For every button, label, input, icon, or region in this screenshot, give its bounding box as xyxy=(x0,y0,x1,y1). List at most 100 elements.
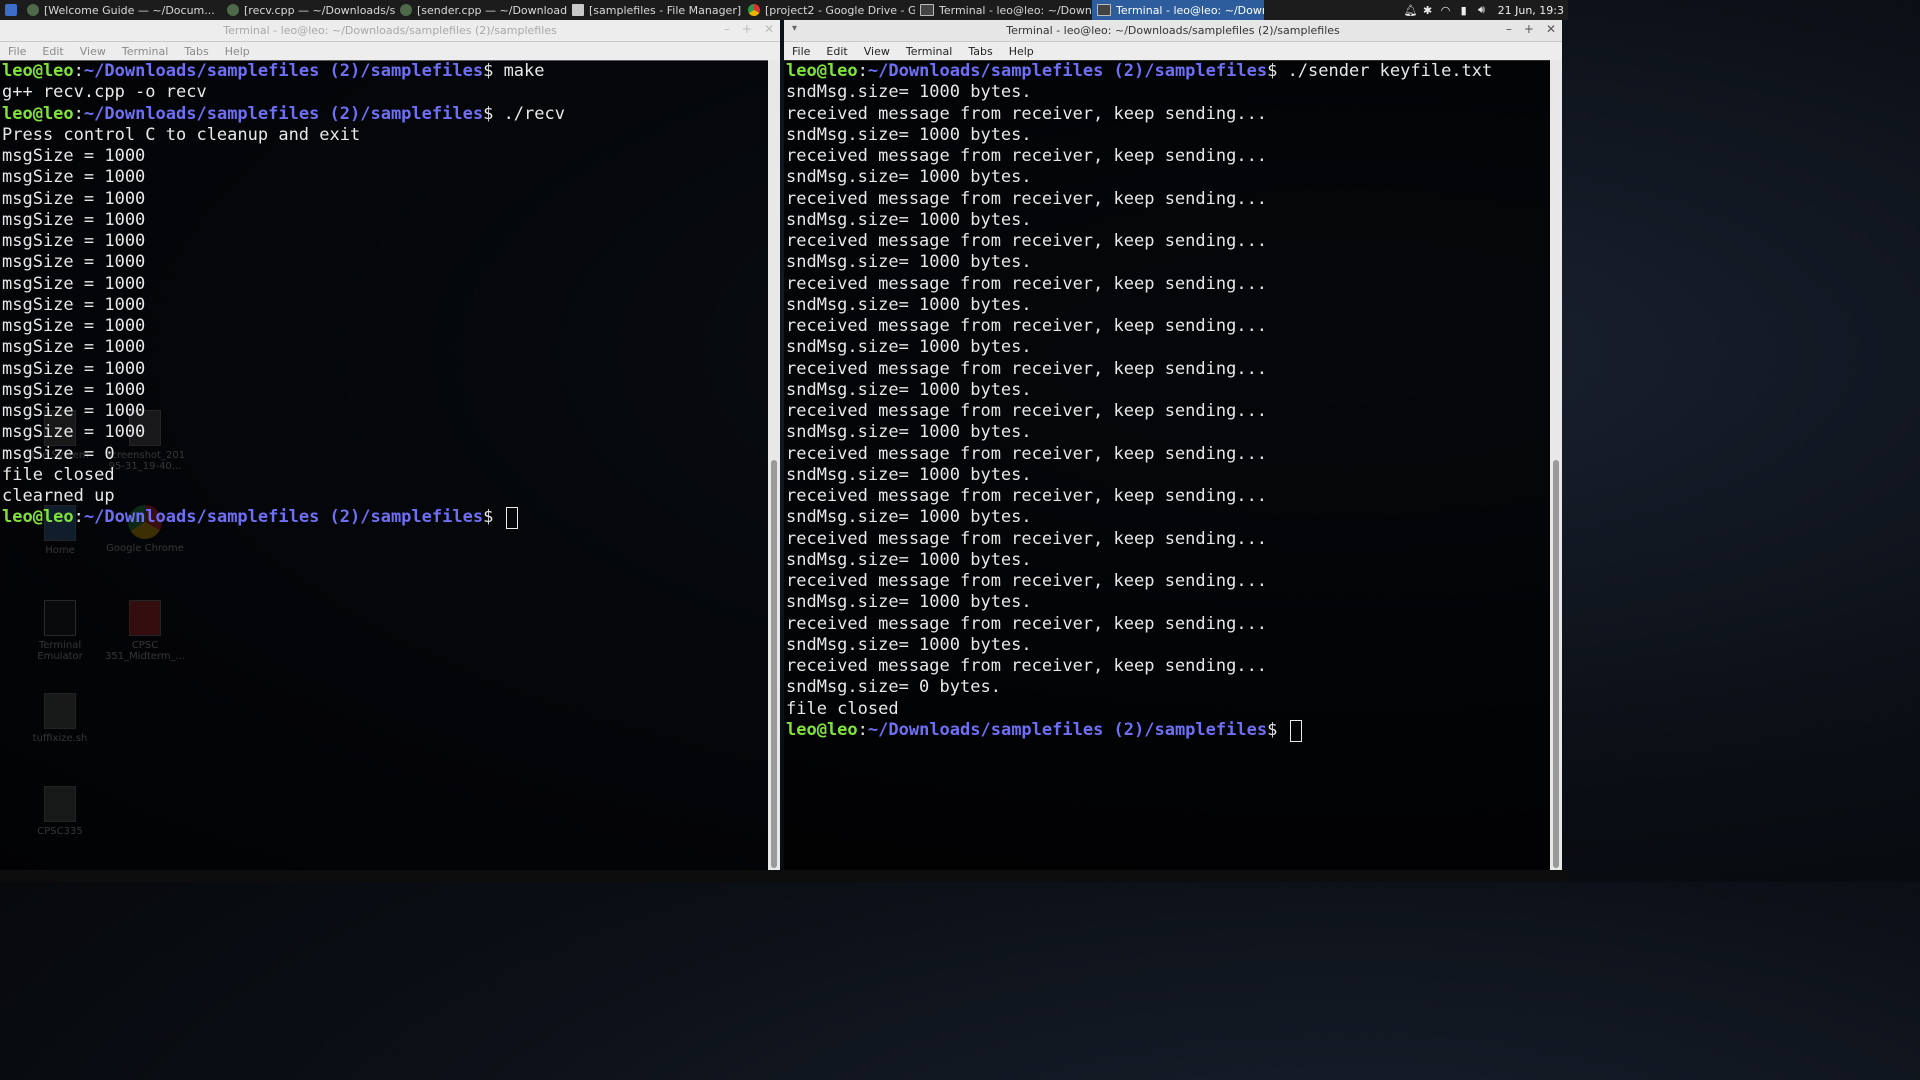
output-line: msgSize = 1000 xyxy=(2,422,768,443)
output-line: received message from receiver, keep sen… xyxy=(786,274,1550,295)
output-line: sndMsg.size= 1000 bytes. xyxy=(786,507,1550,528)
taskbar-button[interactable]: [sender.cpp — ~/Downloads/... xyxy=(395,0,567,20)
bluetooth-icon[interactable]: ✱ xyxy=(1422,4,1434,17)
wifi-icon[interactable]: ◠ xyxy=(1440,4,1452,17)
output-line: file closed xyxy=(786,699,1550,720)
prompt-line: leo@leo:~/Downloads/samplefiles (2)/samp… xyxy=(2,507,768,530)
output-text: sndMsg.size= 1000 bytes. xyxy=(786,464,1032,485)
scrollbar-thumb[interactable] xyxy=(771,460,777,868)
prompt-user: leo@leo xyxy=(2,61,74,81)
clock[interactable]: 21 Jun, 19:3 xyxy=(1498,4,1564,17)
prompt-path: ~/Downloads/samplefiles (2)/samplefiles xyxy=(83,507,484,528)
output-text: sndMsg.size= 0 bytes. xyxy=(786,677,1001,698)
output-text: received message from receiver, keep sen… xyxy=(786,146,1268,166)
output-text: received message from receiver, keep sen… xyxy=(786,231,1268,251)
window-titlebar[interactable]: Terminal - leo@leo: ~/Downloads/samplefi… xyxy=(0,20,780,42)
close-icon[interactable]: ✕ xyxy=(1546,22,1556,36)
output-text: sndMsg.size= 1000 bytes. xyxy=(786,592,1032,613)
applications-menu-button[interactable] xyxy=(0,0,22,20)
window-titlebar[interactable]: ▾ Terminal - leo@leo: ~/Downloads/sample… xyxy=(784,20,1562,42)
taskbar-button-label: Terminal - leo@leo: ~/Downl... xyxy=(939,3,1092,17)
output-text: msgSize = 1000 xyxy=(2,358,146,379)
output-text: sndMsg.size= 1000 bytes. xyxy=(786,167,1032,188)
taskbar-button[interactable]: Terminal - leo@leo: ~/Downl... xyxy=(915,0,1092,20)
output-line: sndMsg.size= 1000 bytes. xyxy=(786,167,1550,188)
terminal-cursor[interactable] xyxy=(505,507,518,530)
output-text: received message from receiver, keep sen… xyxy=(786,316,1268,336)
scrollbar-thumb[interactable] xyxy=(1553,460,1559,868)
output-line: msgSize = 1000 xyxy=(2,167,768,188)
maximize-icon[interactable]: + xyxy=(742,22,752,36)
menu-help[interactable]: Help xyxy=(1001,45,1042,58)
output-line: msgSize = 1000 xyxy=(2,252,768,273)
taskbar-button[interactable]: [samplefiles - File Manager] xyxy=(567,0,743,20)
menu-view[interactable]: View xyxy=(72,45,114,58)
menu-edit[interactable]: Edit xyxy=(34,45,71,58)
output-text: received message from receiver, keep sen… xyxy=(786,401,1268,421)
output-line: msgSize = 1000 xyxy=(2,401,768,422)
volume-icon[interactable]: 🔊︎ xyxy=(1476,3,1488,17)
prompt-user: leo@leo xyxy=(786,61,858,81)
notification-bell-icon[interactable]: 🔔︎ xyxy=(1404,4,1418,17)
battery-icon[interactable]: ▮ xyxy=(1458,4,1470,17)
prompt-symbol: $ xyxy=(483,507,494,528)
menu-tabs[interactable]: Tabs xyxy=(960,45,1000,58)
output-line: msgSize = 0 xyxy=(2,444,768,465)
output-line: received message from receiver, keep sen… xyxy=(786,231,1550,252)
output-line: sndMsg.size= 1000 bytes. xyxy=(786,295,1550,316)
output-line: received message from receiver, keep sen… xyxy=(786,486,1550,507)
menu-file[interactable]: File xyxy=(0,45,34,58)
menu-terminal[interactable]: Terminal xyxy=(898,45,961,58)
menu-edit[interactable]: Edit xyxy=(818,45,855,58)
minimize-icon[interactable]: – xyxy=(724,22,730,36)
menu-bar: File Edit View Terminal Tabs Help xyxy=(784,42,1562,61)
output-text: file closed xyxy=(2,464,115,485)
terminal-window-right[interactable]: ▾ Terminal - leo@leo: ~/Downloads/sample… xyxy=(784,20,1562,870)
taskbar-button[interactable]: Terminal - leo@leo: ~/Downl... xyxy=(1092,0,1264,20)
prompt-path: ~/Downloads/samplefiles (2)/samplefiles xyxy=(867,719,1268,740)
taskbar-button-label: Terminal - leo@leo: ~/Downl... xyxy=(1116,3,1264,17)
maximize-icon[interactable]: + xyxy=(1524,22,1534,36)
prompt-line: leo@leo:~/Downloads/samplefiles (2)/samp… xyxy=(786,61,1550,82)
taskbar-button[interactable]: [project2 - Google Drive - Go... xyxy=(743,0,915,20)
output-line: sndMsg.size= 1000 bytes. xyxy=(786,635,1550,656)
menu-tabs[interactable]: Tabs xyxy=(176,45,216,58)
output-text: received message from receiver, keep sen… xyxy=(786,656,1268,676)
output-line: msgSize = 1000 xyxy=(2,359,768,380)
output-line: received message from receiver, keep sen… xyxy=(786,146,1550,167)
prompt-line: leo@leo:~/Downloads/samplefiles (2)/samp… xyxy=(786,719,1550,742)
output-text: sndMsg.size= 1000 bytes. xyxy=(786,337,1032,358)
output-line: sndMsg.size= 1000 bytes. xyxy=(786,422,1550,443)
window-menu-icon[interactable]: ▾ xyxy=(792,23,797,34)
window-title: Terminal - leo@leo: ~/Downloads/samplefi… xyxy=(1006,24,1340,37)
output-text: sndMsg.size= 1000 bytes. xyxy=(786,294,1032,315)
term-app-icon xyxy=(920,4,934,16)
terminal-output[interactable]: leo@leo: ~/Downloads/samplefiles (2)/samp… xyxy=(784,60,1550,870)
close-icon[interactable]: ✕ xyxy=(764,22,774,36)
terminal-output[interactable]: leo@leo:~/Downloads/samplefiles (2)/samp… xyxy=(0,60,768,870)
terminal-window-left[interactable]: Terminal - leo@leo: ~/Downloads/samplefi… xyxy=(0,20,780,870)
output-text: received message from receiver, keep sen… xyxy=(786,486,1268,506)
output-line: received message from receiver, keep sen… xyxy=(786,316,1550,337)
prompt-separator: : xyxy=(73,507,84,528)
minimize-icon[interactable]: – xyxy=(1506,22,1512,36)
scrollbar[interactable] xyxy=(1550,60,1562,870)
scrollbar[interactable] xyxy=(768,60,780,870)
menu-terminal[interactable]: Terminal xyxy=(114,45,177,58)
menu-file[interactable]: File xyxy=(784,45,818,58)
menu-help[interactable]: Help xyxy=(217,45,258,58)
output-line: sndMsg.size= 1000 bytes. xyxy=(786,337,1550,358)
menu-bar: File Edit View Terminal Tabs Help xyxy=(0,42,780,61)
menu-view[interactable]: View xyxy=(856,45,898,58)
terminal-cursor[interactable] xyxy=(1289,719,1302,742)
atom-app-icon xyxy=(400,4,412,16)
output-text: msgSize = 1000 xyxy=(2,188,146,209)
taskbar-button[interactable]: [recv.cpp — ~/Downloads/sa... xyxy=(222,0,395,20)
output-text: msgSize = 1000 xyxy=(2,316,146,336)
fm-app-icon xyxy=(572,4,584,16)
taskbar-button[interactable]: [Welcome Guide — ~/Docum... xyxy=(22,0,222,20)
output-text: msgSize = 1000 xyxy=(2,337,146,358)
output-line: sndMsg.size= 0 bytes. xyxy=(786,677,1550,698)
prompt-separator: : xyxy=(857,61,868,81)
prompt-separator: : xyxy=(73,103,84,124)
